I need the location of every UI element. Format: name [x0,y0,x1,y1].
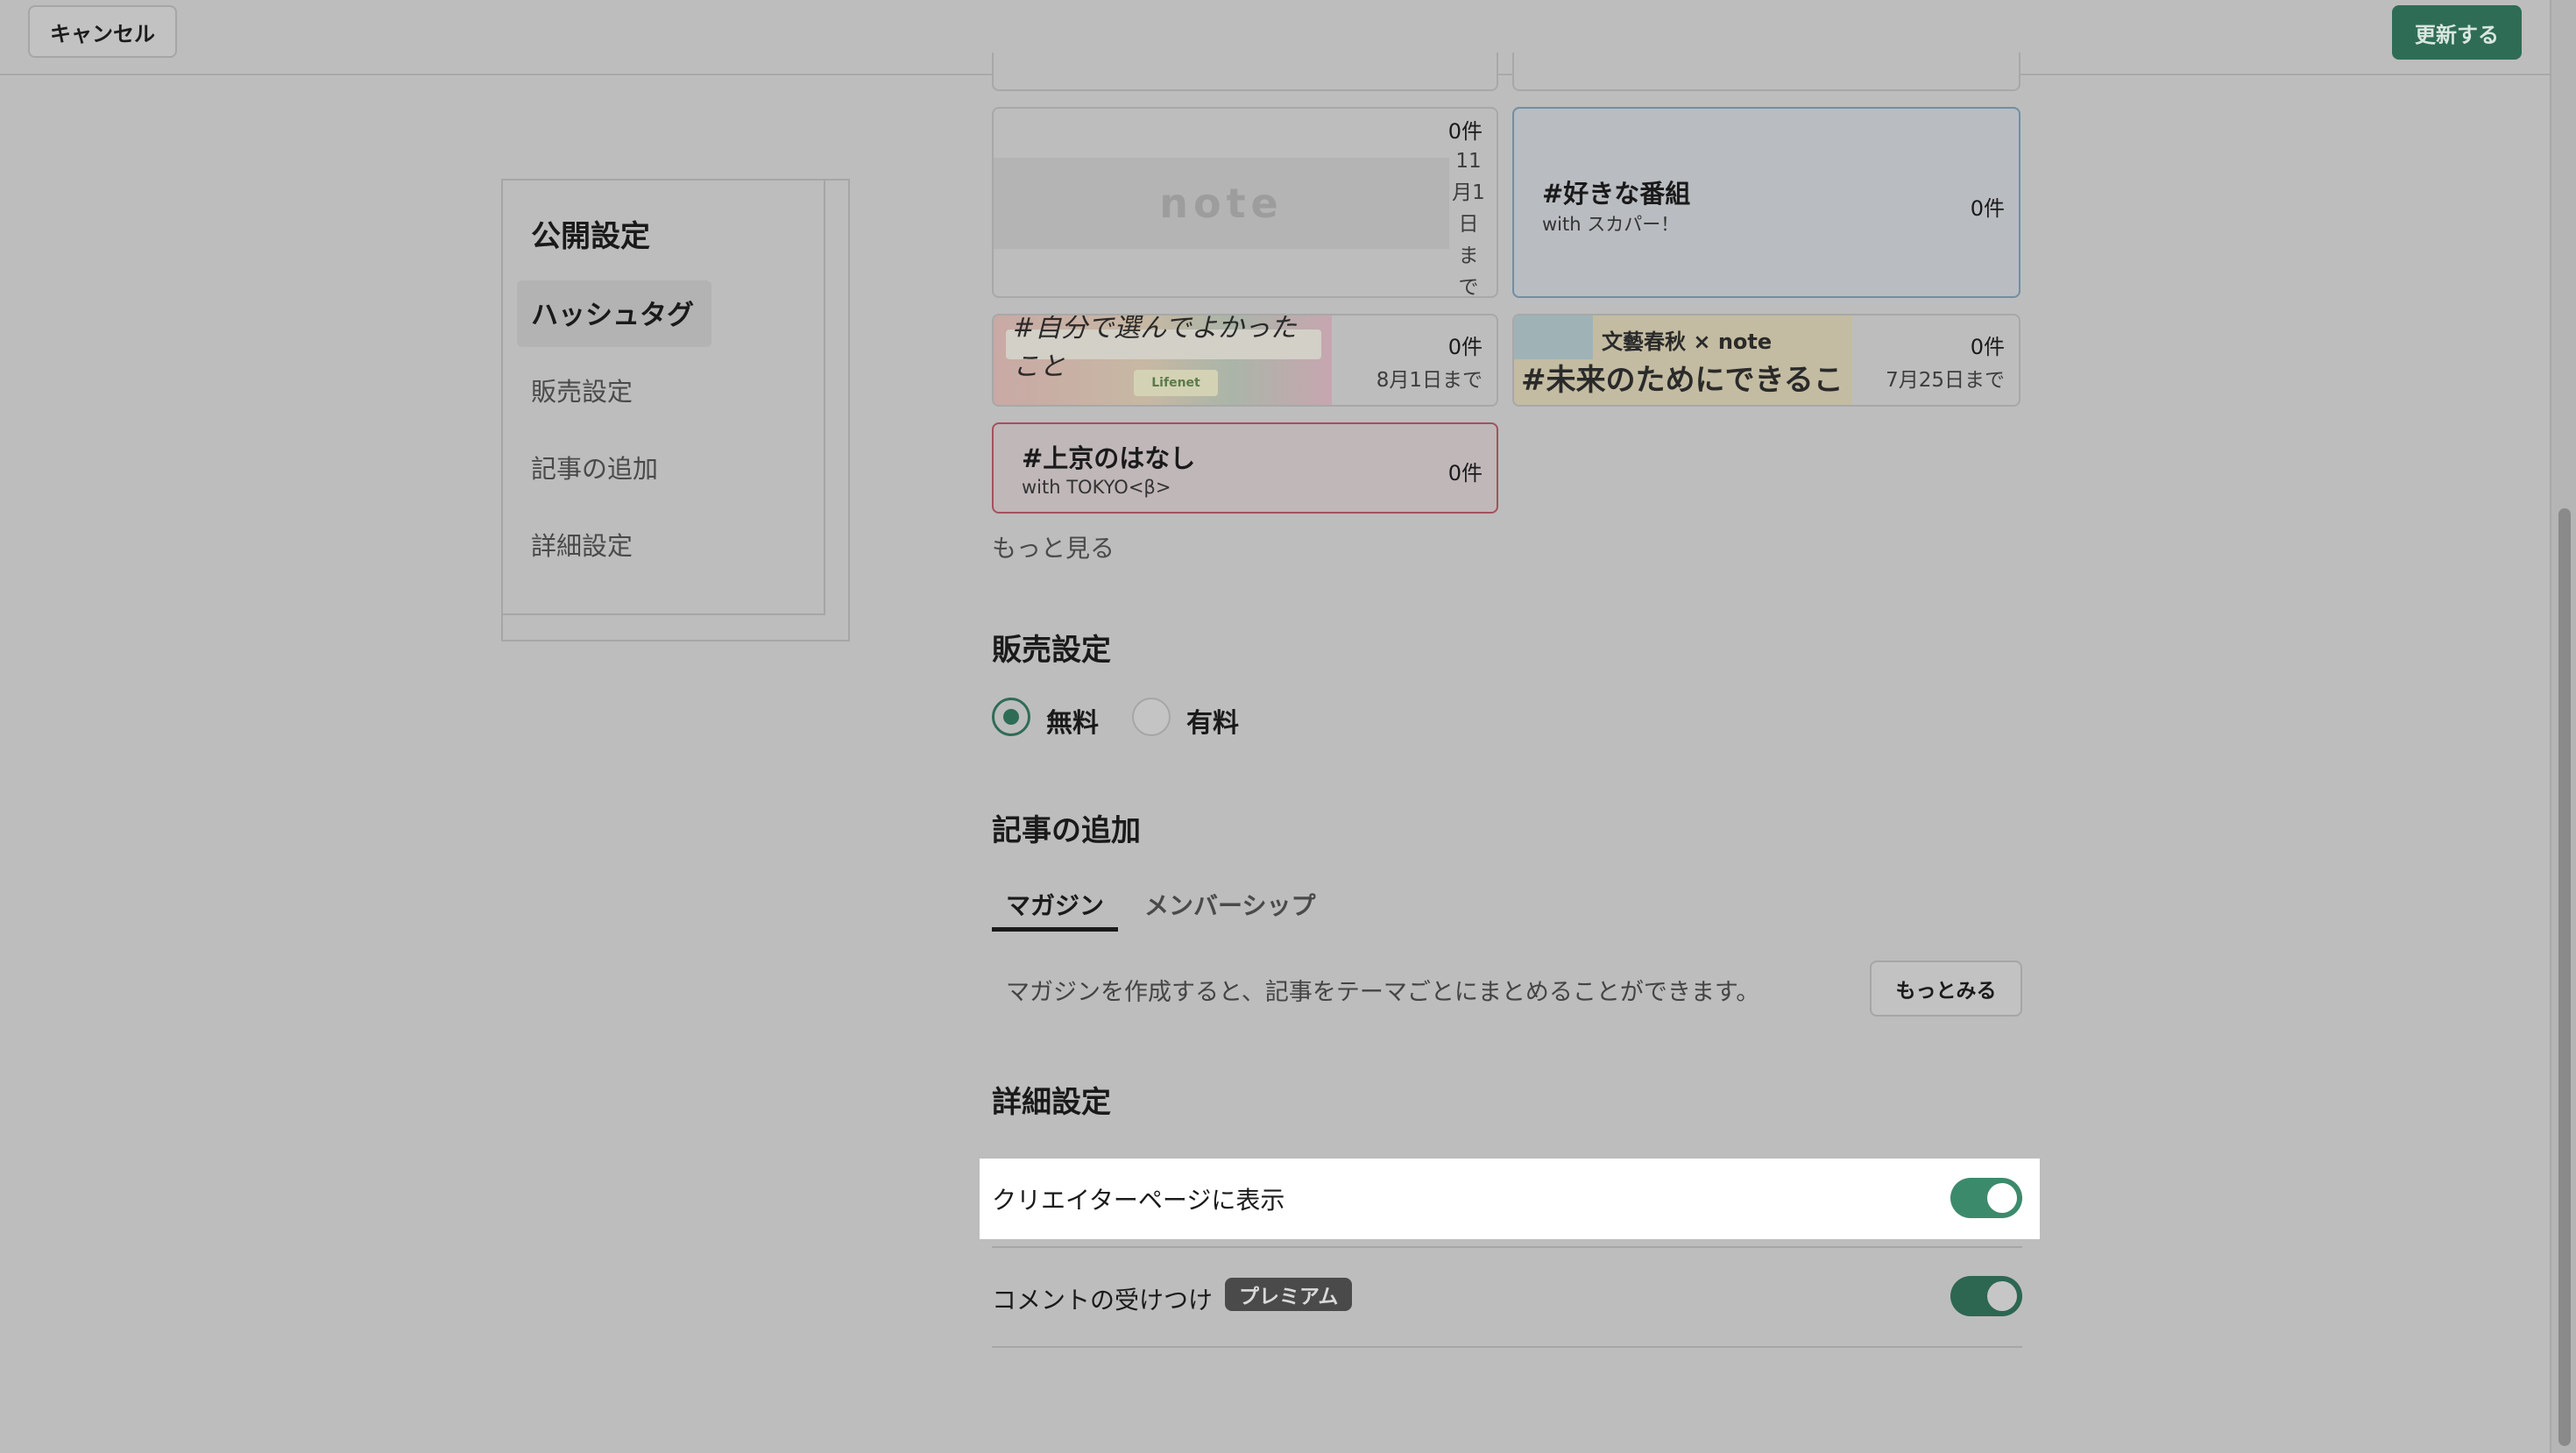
add-article-heading: 記事の追加 [992,813,1141,848]
hashtag-card[interactable]: 文藝春秋 × note #未来のためにできること 0件 7月25日まで [1512,314,2020,407]
magazine-description: マガジンを作成すると、記事をテーマごとにまとめることができます。 [1006,979,1760,1006]
comment-accept-label: コメントの受けつけ [992,1286,1214,1315]
hashtag-count: 0件 [1970,196,2005,221]
banner-text: #自分で選んでよかったこと [1006,315,1321,382]
sidebar-item-details[interactable]: 詳細設定 [531,526,633,563]
hashtag-card[interactable]: note 0件 11 月1 日 ま で [992,107,1498,298]
lifenet-logo: Lifenet [1134,370,1218,396]
divider [992,1346,2022,1348]
hashtag-card-partial[interactable] [1512,53,2020,91]
magazine-more-button[interactable]: もっとみる [1870,960,2022,1017]
hashtag-subtitle: with スカパー！ [1542,214,1680,235]
sidebar-item-add-article[interactable]: 記事の追加 [531,449,658,486]
hashtag-deadline: 8月1日まで [1376,369,1483,392]
update-button[interactable]: 更新する [2392,5,2522,60]
note-logo-placeholder: note [994,158,1449,249]
hashtag-card[interactable]: #自分で選んでよかったこと Lifenet 0件 8月1日まで [992,314,1498,407]
hashtag-title: #好きな番組 [1542,179,1691,209]
banner-text: #未来のためにできること [1521,363,1844,398]
sidebar-title: 公開設定 [531,219,650,254]
divider [992,1246,2022,1248]
wave-decoration [1514,315,1593,359]
hashtag-count: 0件 [1447,335,1483,359]
radio-paid[interactable] [1132,698,1171,736]
hashtag-title: #上京のはなし [1022,443,1196,473]
hashtag-count: 0件 [1447,119,1483,144]
hashtag-count: 0件 [1970,335,2005,359]
tab-membership[interactable]: メンバーシップ [1144,887,1315,922]
hashtag-banner-image: #自分で選んでよかったこと Lifenet [994,315,1332,405]
hashtag-card-selected[interactable]: #好きな番組 with スカパー！ 0件 [1512,107,2020,298]
cancel-button[interactable]: キャンセル [28,5,177,58]
details-heading: 詳細設定 [992,1085,1111,1120]
hashtag-banner-image: 文藝春秋 × note #未来のためにできること [1514,315,1852,405]
creator-page-display-toggle[interactable] [1950,1178,2022,1218]
hashtag-deadline: 7月25日まで [1886,369,2005,392]
hashtag-card-highlighted[interactable]: #上京のはなし with TOKYO<β> 0件 [992,422,1498,514]
sales-heading: 販売設定 [992,633,1111,668]
hashtag-card-partial[interactable] [992,53,1498,91]
banner-top-text: 文藝春秋 × note [1602,330,1773,354]
sidebar-item-sales[interactable]: 販売設定 [531,372,633,408]
radio-free-label[interactable]: 無料 [1046,701,1099,740]
creator-page-display-label: クリエイターページに表示 [992,1186,1285,1215]
premium-badge: プレミアム [1225,1278,1353,1311]
scrollbar-thumb[interactable] [2558,508,2571,1446]
hashtag-count: 0件 [1447,461,1483,486]
hashtag-deadline: 11 月1 日 ま で [1452,150,1485,298]
see-more-link[interactable]: もっと見る [992,529,1115,564]
sidebar-item-label[interactable]: ハッシュタグ [531,293,694,332]
comment-accept-toggle[interactable] [1950,1276,2022,1316]
scrollbar[interactable] [2550,0,2576,1453]
radio-free[interactable] [992,698,1030,736]
hashtag-subtitle: with TOKYO<β> [1022,477,1171,498]
tab-active-indicator [992,927,1118,932]
radio-paid-label[interactable]: 有料 [1186,701,1239,740]
tab-magazine[interactable]: マガジン [1006,887,1104,922]
